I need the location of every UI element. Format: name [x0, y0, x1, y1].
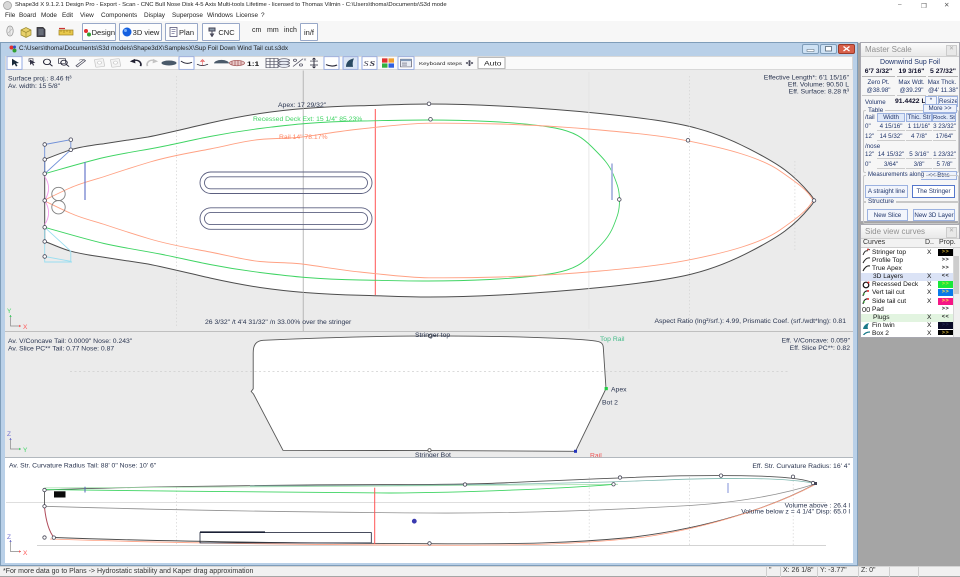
- svg-text:Eff. Str. Curvature Radius: 16: Eff. Str. Curvature Radius: 16' 4": [752, 463, 850, 470]
- svg-text:Apex: Apex: [611, 387, 627, 394]
- svg-text:X: X: [23, 550, 28, 557]
- svg-text:Effective Length*: 6'1 15/16": Effective Length*: 6'1 15/16": [764, 75, 850, 82]
- svg-text:Recessed Deck Ext: 15 1/4" 85.: Recessed Deck Ext: 15 1/4" 85.23%: [253, 116, 362, 123]
- svg-text:Top Rail: Top Rail: [600, 336, 625, 343]
- svg-text:Surface proj.: 8.46 ft³: Surface proj.: 8.46 ft³: [8, 76, 72, 83]
- svg-text:Y: Y: [7, 308, 12, 315]
- svg-text:Z: Z: [7, 431, 11, 438]
- svg-text:Apex: 17 29/32": Apex: 17 29/32": [278, 102, 327, 109]
- svg-text:Bot 2: Bot 2: [602, 400, 618, 407]
- svg-text:Av. Slice PC** Tail: 0.77 No: Av. Slice PC** Tail: 0.77 Nose: 0.87: [8, 346, 114, 353]
- svg-text:26 3/32" /t 4'4 31/32" /n 33.0: 26 3/32" /t 4'4 31/32" /n 33.00% over th…: [205, 319, 352, 326]
- svg-text:Av. Str. Curvature Radius Tail: Av. Str. Curvature Radius Tail: 88' 0" N…: [9, 463, 157, 470]
- svg-text:Eff. V/Concave: 0.059": Eff. V/Concave: 0.059": [782, 338, 851, 345]
- svg-text:Av. width: 15 5/8": Av. width: 15 5/8": [8, 83, 61, 90]
- svg-text:X: X: [23, 324, 28, 331]
- svg-text:Auto: Auto: [484, 59, 501, 67]
- svg-text:Aspect Ratio (lng²/srf.): 4.9: Aspect Ratio (lng²/srf.): 4.99, Prismati…: [654, 318, 846, 325]
- svg-text:Stringer top: Stringer top: [415, 332, 450, 339]
- svg-text:Stringer Bot: Stringer Bot: [415, 452, 451, 459]
- svg-text:Av. V/Concave Tail: 0.0009" No: Av. V/Concave Tail: 0.0009" Nose: 0.243": [8, 338, 133, 345]
- svg-text:00: 00: [862, 305, 870, 313]
- svg-text:Keyboard steps: Keyboard steps: [419, 62, 462, 67]
- svg-text:Eff. Volume: 90.50 L: Eff. Volume: 90.50 L: [788, 82, 849, 89]
- svg-text:S: S: [370, 59, 376, 68]
- svg-text:Eff. Surface: 8.28 ft³: Eff. Surface: 8.28 ft³: [789, 89, 850, 96]
- svg-text:Y: Y: [23, 447, 28, 454]
- svg-text:Eff. Slice PC**: 0.82: Eff. Slice PC**: 0.82: [790, 345, 851, 352]
- svg-text:Volume below z = 4 1/4" Disp:: Volume below z = 4 1/4" Disp: 65.0 l: [741, 509, 850, 516]
- svg-text:Rail 14" 78.17%: Rail 14" 78.17%: [279, 134, 328, 141]
- svg-text:S: S: [363, 59, 369, 68]
- svg-text:1:1: 1:1: [247, 60, 260, 68]
- svg-text:Z: Z: [7, 534, 11, 541]
